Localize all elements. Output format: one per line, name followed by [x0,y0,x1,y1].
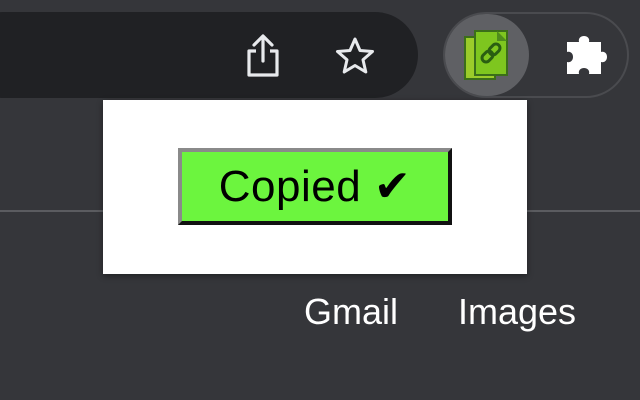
copied-popup: Copied ✔ [103,100,527,274]
images-link[interactable]: Images [458,292,576,332]
copied-status-box: Copied ✔ [178,148,452,225]
bookmark-star-icon[interactable] [335,33,375,79]
link-copy-extension-icon[interactable] [445,14,529,96]
copied-message: Copied ✔ [218,161,412,211]
browser-window: Copied ✔ Gmail Images [0,0,640,400]
share-icon[interactable] [243,33,283,79]
gmail-link[interactable]: Gmail [304,292,398,332]
puzzle-piece-icon[interactable] [560,32,614,78]
